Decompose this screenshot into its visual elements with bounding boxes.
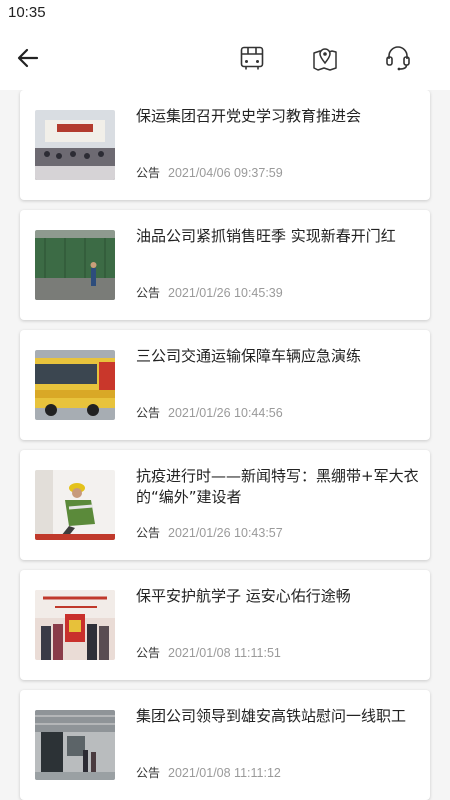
headset-icon[interactable] [378,38,418,78]
news-title: 抗疫进行时——新闻特写：黑绷带+军大衣的“编外”建设者 [136,467,419,506]
news-date: 2021/01/08 11:11:12 [168,766,281,780]
news-thumbnail [35,350,115,420]
news-title: 集团公司领导到雄安高铁站慰问一线职工 [136,707,407,725]
bus-icon[interactable] [232,38,272,78]
news-meta: 公告 2021/01/26 10:45:39 [136,284,283,301]
news-card[interactable]: 保运集团召开党史学习教育推进会 公告 2021/04/06 09:37:59 [20,90,430,200]
map-pin-icon[interactable] [305,38,345,78]
status-time: 10:35 [8,4,46,21]
status-bar: 10:35 [0,0,450,26]
news-title: 保运集团召开党史学习教育推进会 [136,107,362,125]
arrow-left-icon[interactable] [8,38,48,78]
news-type: 公告 [136,406,161,420]
news-thumbnail [35,230,115,300]
news-list[interactable]: 保运集团召开党史学习教育推进会 公告 2021/04/06 09:37:59 油品… [0,90,450,800]
news-date: 2021/04/06 09:37:59 [168,166,283,180]
news-date: 2021/01/26 10:44:56 [168,406,283,420]
news-meta: 公告 2021/04/06 09:37:59 [136,164,283,181]
news-date: 2021/01/26 10:45:39 [168,286,283,300]
news-date: 2021/01/26 10:43:57 [168,526,283,540]
news-meta: 公告 2021/01/08 11:11:51 [136,644,281,661]
news-type: 公告 [136,766,161,780]
news-card[interactable]: 保平安护航学子 运安心佑行途畅 公告 2021/01/08 11:11:51 [20,570,430,680]
news-thumbnail [35,110,115,180]
news-card[interactable]: 三公司交通运输保障车辆应急演练 公告 2021/01/26 10:44:56 [20,330,430,440]
news-type: 公告 [136,526,161,540]
news-title: 三公司交通运输保障车辆应急演练 [136,347,362,365]
news-meta: 公告 2021/01/08 11:11:12 [136,764,281,781]
app-toolbar [0,26,450,90]
news-thumbnail [35,590,115,660]
news-meta: 公告 2021/01/26 10:44:56 [136,404,283,421]
news-card[interactable]: 油品公司紧抓销售旺季 实现新春开门红 公告 2021/01/26 10:45:39 [20,210,430,320]
news-type: 公告 [136,166,161,180]
news-card[interactable]: 集团公司领导到雄安高铁站慰问一线职工 公告 2021/01/08 11:11:12 [20,690,430,800]
news-card[interactable]: 抗疫进行时——新闻特写：黑绷带+军大衣的“编外”建设者 公告 2021/01/26… [20,450,430,560]
news-title: 油品公司紧抓销售旺季 实现新春开门红 [136,227,396,245]
news-thumbnail [35,470,115,540]
news-date: 2021/01/08 11:11:51 [168,646,281,660]
news-title: 保平安护航学子 运安心佑行途畅 [136,587,351,605]
news-type: 公告 [136,646,161,660]
news-thumbnail [35,710,115,780]
news-meta: 公告 2021/01/26 10:43:57 [136,524,283,541]
news-type: 公告 [136,286,161,300]
